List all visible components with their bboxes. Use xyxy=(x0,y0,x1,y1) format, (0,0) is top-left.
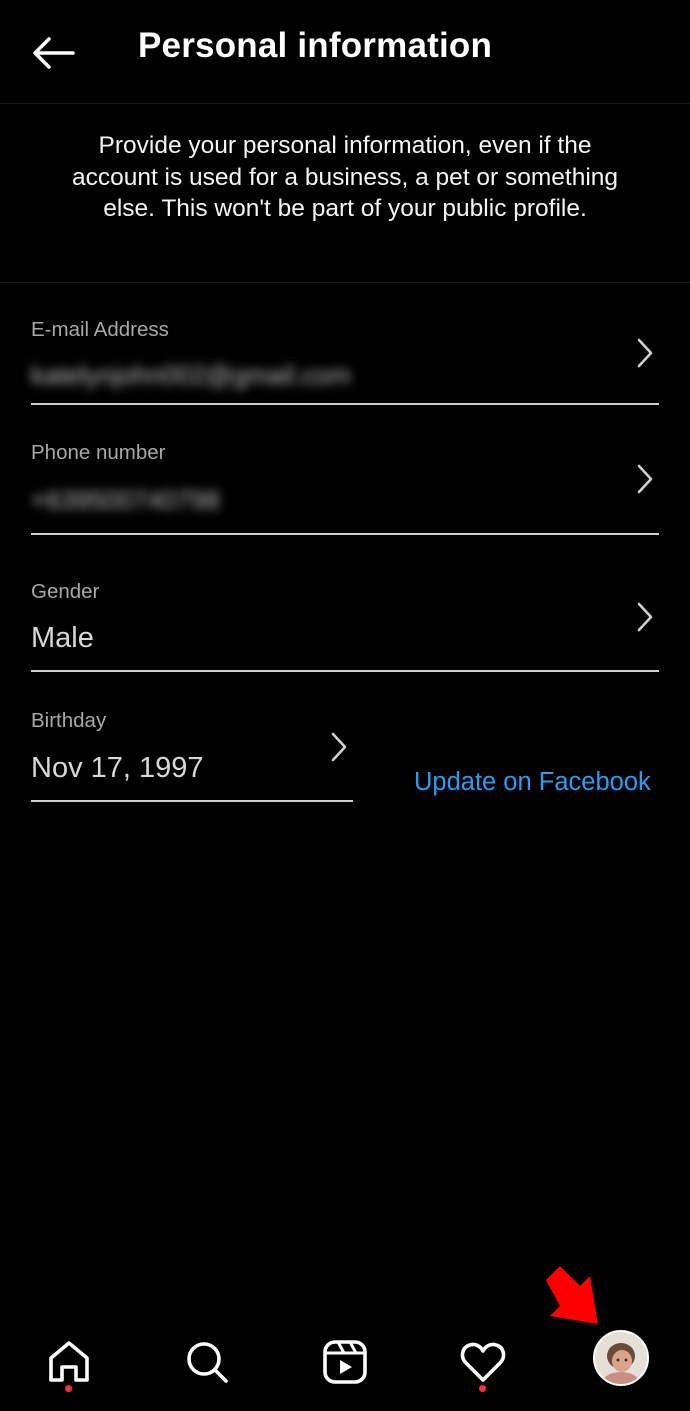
profile-avatar[interactable] xyxy=(593,1330,649,1386)
phone-field[interactable]: Phone number +639500740798 xyxy=(31,423,659,536)
nav-home[interactable] xyxy=(41,1334,97,1390)
chevron-right-icon xyxy=(637,602,653,632)
activity-notification-dot xyxy=(479,1385,486,1392)
gender-value: Male xyxy=(31,622,94,654)
heart-icon xyxy=(460,1342,506,1382)
nav-search[interactable] xyxy=(179,1334,235,1390)
phone-label: Phone number xyxy=(31,441,166,464)
divider xyxy=(0,282,690,283)
gender-label: Gender xyxy=(31,580,100,603)
birthday-label: Birthday xyxy=(31,709,107,732)
birthday-value: Nov 17, 1997 xyxy=(31,752,204,784)
chevron-right-icon xyxy=(331,732,347,762)
email-value: katelynjohn002@gmail.com xyxy=(31,360,351,390)
nav-activity[interactable] xyxy=(455,1334,511,1390)
gender-field[interactable]: Gender Male xyxy=(31,561,659,674)
bottom-navigation xyxy=(0,1310,690,1411)
page-title: Personal information xyxy=(138,26,493,65)
home-icon xyxy=(49,1341,89,1382)
birthday-field[interactable]: Birthday Nov 17, 1997 xyxy=(31,691,353,804)
email-label: E-mail Address xyxy=(31,318,169,341)
phone-underline xyxy=(31,533,659,535)
email-underline xyxy=(31,403,659,405)
email-field[interactable]: E-mail Address katelynjohn002@gmail.com xyxy=(31,300,659,406)
chevron-right-icon xyxy=(637,464,653,494)
search-icon xyxy=(187,1342,228,1383)
phone-value: +639500740798 xyxy=(31,485,220,515)
top-bar: Personal information xyxy=(0,0,690,104)
birthday-underline xyxy=(31,800,353,802)
intro-description: Provide your personal information, even … xyxy=(71,132,619,222)
chevron-right-icon xyxy=(637,338,653,368)
reels-icon xyxy=(323,1340,367,1384)
back-button[interactable] xyxy=(28,28,78,78)
nav-reels[interactable] xyxy=(317,1334,373,1390)
profile-photo xyxy=(595,1332,647,1384)
update-on-facebook-link[interactable]: Update on Facebook xyxy=(414,768,651,797)
home-notification-dot xyxy=(65,1385,72,1392)
arrow-left-icon xyxy=(33,37,75,69)
gender-underline xyxy=(31,670,659,672)
